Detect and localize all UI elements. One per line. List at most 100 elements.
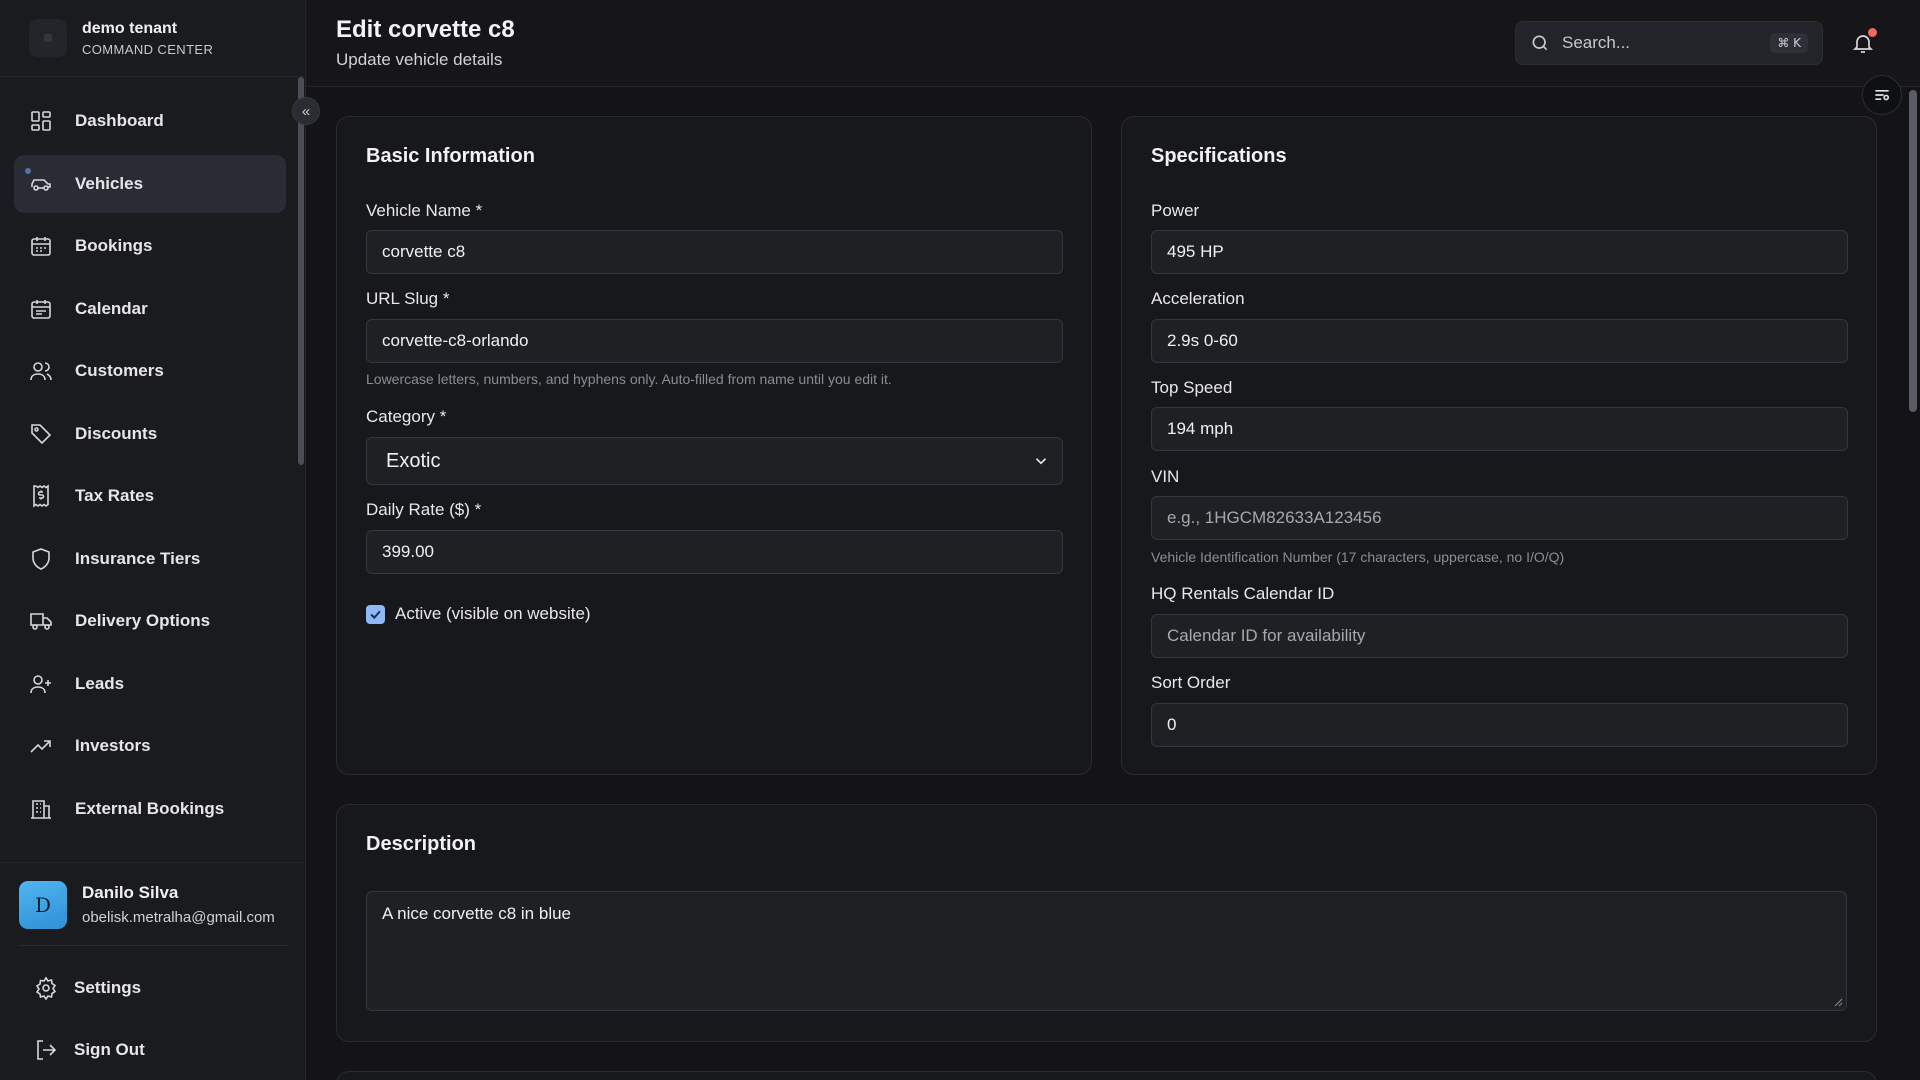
brand-logo bbox=[29, 19, 67, 57]
daily-rate-input[interactable]: 399.00 bbox=[366, 530, 1063, 574]
specifications-card: Specifications Power 495 HP Acceleration… bbox=[1121, 116, 1877, 775]
sidebar-item-label: Bookings bbox=[75, 236, 153, 255]
sign-out-button[interactable]: Sign Out bbox=[34, 1035, 145, 1065]
sort-order-label: Sort Order bbox=[1151, 673, 1231, 692]
hq-calendar-id-input[interactable]: Calendar ID for availability bbox=[1151, 614, 1848, 658]
keyboard-shortcut-badge: ⌘ K bbox=[1770, 33, 1808, 53]
sidebar-item-label: External Bookings bbox=[75, 798, 225, 818]
check-icon bbox=[370, 610, 381, 619]
description-textarea[interactable]: A nice corvette c8 in blue bbox=[366, 891, 1847, 1011]
top-speed-label: Top Speed bbox=[1151, 378, 1233, 397]
car-icon bbox=[29, 172, 53, 196]
url-slug-input[interactable]: corvette-c8-orlando bbox=[366, 319, 1063, 363]
sidebar-item-label: Tax Rates bbox=[75, 486, 155, 505]
acceleration-label: Acceleration bbox=[1151, 289, 1245, 308]
active-toggle[interactable]: Active (visible on website) bbox=[366, 604, 591, 624]
card-title: Basic Information bbox=[366, 145, 535, 167]
sidebar-item-customers[interactable]: Customers bbox=[14, 342, 286, 400]
hq-calendar-id-label: HQ Rentals Calendar ID bbox=[1151, 584, 1335, 603]
page-title: Edit corvette c8 bbox=[336, 16, 515, 43]
user-plus-icon bbox=[29, 672, 53, 696]
gear-icon bbox=[34, 976, 58, 1000]
building-icon bbox=[29, 797, 53, 821]
truck-icon bbox=[29, 609, 53, 633]
dashboard-icon bbox=[29, 109, 53, 133]
sidebar-item-investors[interactable]: Investors bbox=[14, 717, 286, 775]
main-scrollbar[interactable] bbox=[1909, 90, 1917, 412]
acceleration-input[interactable]: 2.9s 0-60 bbox=[1151, 319, 1848, 363]
calendar-days-icon bbox=[29, 234, 53, 258]
active-indicator bbox=[25, 167, 31, 174]
log-out-icon bbox=[34, 1038, 58, 1062]
vehicle-name-label: Vehicle Name * bbox=[366, 201, 483, 220]
avatar: D bbox=[19, 880, 67, 929]
category-selected-value: Exotic bbox=[386, 449, 441, 472]
sidebar-item-label: Dashboard bbox=[75, 111, 164, 130]
daily-rate-label: Daily Rate ($) * bbox=[366, 500, 482, 519]
page-subtitle: Update vehicle details bbox=[336, 50, 503, 69]
sidebar-item-delivery-options[interactable]: Delivery Options bbox=[14, 592, 286, 650]
vin-label: VIN bbox=[1151, 467, 1180, 486]
category-select[interactable]: Exotic bbox=[366, 437, 1063, 485]
sidebar-item-dashboard[interactable]: Dashboard bbox=[14, 92, 286, 150]
sidebar-item-label: Leads bbox=[75, 673, 125, 693]
shield-icon bbox=[29, 547, 53, 571]
basic-information-card: Basic Information Vehicle Name * corvett… bbox=[336, 116, 1092, 775]
notification-dot bbox=[1868, 28, 1877, 37]
card-title: Description bbox=[366, 833, 477, 855]
header: Edit corvette c8 Update vehicle details … bbox=[306, 0, 1920, 87]
sign-out-label: Sign Out bbox=[74, 1040, 145, 1059]
chevron-down-icon bbox=[1035, 458, 1047, 465]
user-name: Danilo Silva bbox=[82, 883, 179, 902]
user-profile[interactable]: D Danilo Silva obelisk.metralha@gmail.co… bbox=[0, 862, 306, 946]
power-label: Power bbox=[1151, 201, 1200, 220]
sidebar-item-tax-rates[interactable]: Tax Rates bbox=[14, 467, 286, 525]
sidebar-item-label: Discounts bbox=[75, 423, 158, 443]
filter-button[interactable] bbox=[1862, 75, 1902, 115]
top-speed-input[interactable]: 194 mph bbox=[1151, 407, 1848, 451]
sidebar: demo tenant COMMAND CENTER Dashboard Veh… bbox=[0, 0, 306, 1080]
sidebar-item-bookings[interactable]: Bookings bbox=[14, 217, 286, 275]
sidebar-item-label: Delivery Options bbox=[75, 611, 211, 630]
active-label: Active (visible on website) bbox=[395, 604, 591, 623]
users-icon bbox=[29, 359, 53, 383]
receipt-icon bbox=[29, 484, 53, 508]
tag-icon bbox=[29, 422, 53, 446]
collapse-sidebar-button[interactable]: « bbox=[292, 97, 320, 125]
brand-name: demo tenant bbox=[82, 19, 178, 37]
sliders-icon bbox=[1875, 90, 1890, 101]
settings-button[interactable]: Settings bbox=[34, 973, 141, 1003]
category-label: Category * bbox=[366, 407, 447, 426]
sidebar-item-insurance-tiers[interactable]: Insurance Tiers bbox=[14, 530, 286, 588]
sidebar-item-label: Customers bbox=[75, 361, 164, 380]
sidebar-item-vehicles[interactable]: Vehicles bbox=[14, 154, 286, 213]
calendar-icon bbox=[29, 297, 53, 321]
description-card: Description A nice corvette c8 in blue bbox=[336, 804, 1877, 1042]
sidebar-nav: Dashboard Vehicles Bookings Calendar Cus… bbox=[14, 92, 286, 842]
sidebar-item-label: Calendar bbox=[75, 298, 148, 318]
divider bbox=[19, 945, 287, 946]
sidebar-item-calendar[interactable]: Calendar bbox=[14, 280, 286, 338]
sidebar-item-external-bookings[interactable]: External Bookings bbox=[14, 780, 286, 838]
sidebar-item-label: Insurance Tiers bbox=[75, 548, 201, 568]
url-slug-hint: Lowercase letters, numbers, and hyphens … bbox=[366, 371, 892, 387]
vin-input[interactable]: e.g., 1HGCM82633A123456 bbox=[1151, 496, 1848, 540]
card-title: Specifications bbox=[1151, 145, 1287, 167]
sort-order-input[interactable]: 0 bbox=[1151, 703, 1848, 747]
vehicle-name-input[interactable]: corvette c8 bbox=[366, 230, 1063, 274]
settings-label: Settings bbox=[74, 978, 142, 997]
sidebar-item-leads[interactable]: Leads bbox=[14, 655, 286, 713]
search-input[interactable]: Search... ⌘ K bbox=[1515, 21, 1823, 65]
trending-up-icon bbox=[29, 734, 53, 758]
description-text: A nice corvette c8 in blue bbox=[382, 904, 572, 923]
user-email: obelisk.metralha@gmail.com bbox=[82, 909, 275, 926]
search-placeholder: Search... bbox=[1562, 33, 1631, 52]
active-checkbox[interactable] bbox=[366, 604, 385, 624]
sidebar-item-label: Vehicles bbox=[75, 173, 144, 193]
sidebar-item-discounts[interactable]: Discounts bbox=[14, 405, 286, 463]
resize-handle-icon[interactable] bbox=[1833, 997, 1843, 1007]
sidebar-scrollbar[interactable] bbox=[298, 77, 304, 465]
brand[interactable]: demo tenant COMMAND CENTER bbox=[0, 0, 305, 77]
power-input[interactable]: 495 HP bbox=[1151, 230, 1848, 274]
url-slug-label: URL Slug * bbox=[366, 289, 450, 308]
